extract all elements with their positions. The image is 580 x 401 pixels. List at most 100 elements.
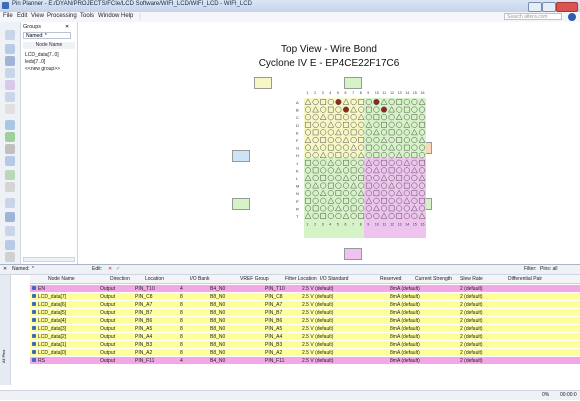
minimize-button[interactable] — [528, 2, 542, 12]
table-cell-name[interactable]: LCD_data[0] — [38, 350, 66, 356]
column-header[interactable]: Location — [145, 276, 164, 282]
table-cell-cur[interactable]: 8mA (default) — [390, 350, 420, 356]
pin[interactable] — [342, 106, 350, 113]
table-cell-cur[interactable]: 8mA (default) — [390, 342, 420, 348]
pin[interactable] — [380, 106, 388, 113]
table-row[interactable]: LCD_data[2] Output PIN_A4 8 B8_N0 PIN_A4 2.5 V… — [30, 333, 580, 340]
menu-file[interactable]: File — [3, 13, 13, 19]
table-cell-vref[interactable]: B8_N0 — [210, 294, 225, 300]
table-cell-loc[interactable]: PIN_A4 — [135, 334, 152, 340]
table-cell-fit[interactable]: PIN_T10 — [265, 286, 285, 292]
table-cell-vref[interactable]: B4_N0 — [210, 358, 225, 364]
table-cell-cur[interactable]: 8mA (default) — [390, 358, 420, 364]
table-cell-cur[interactable]: 8mA (default) — [390, 326, 420, 332]
table-cell-fit[interactable]: PIN_C8 — [265, 294, 283, 300]
table-cell-slew[interactable]: 2 (default) — [460, 302, 483, 308]
menu-window[interactable]: Window — [98, 13, 119, 19]
table-cell-fit[interactable]: PIN_A7 — [265, 302, 282, 308]
table-row[interactable]: RS Output PIN_F11 4 B4_N0 PIN_F11 2.5 V (defau… — [30, 357, 580, 364]
table-row[interactable]: LCD_data[3] Output PIN_A5 8 B8_N0 PIN_A5 2.5 V… — [30, 325, 580, 332]
table-cell-fit[interactable]: PIN_B7 — [265, 310, 282, 316]
close-button[interactable] — [556, 2, 578, 12]
pin-grid[interactable]: ABCDEFGHJKLMNPRT 11223344556677889910101… — [290, 88, 450, 248]
table-cell-loc[interactable]: PIN_A7 — [135, 302, 152, 308]
table-row[interactable]: LCD_data[0] Output PIN_A2 8 B8_N0 PIN_A2 2.5 V… — [30, 349, 580, 356]
tool-icon-13[interactable] — [5, 182, 15, 192]
table-row[interactable]: LCD_data[1] Output PIN_B3 8 B8_N0 PIN_B3 2.5 V… — [30, 341, 580, 348]
table-cell-vref[interactable]: B4_N0 — [210, 286, 225, 292]
table-cell-std[interactable]: 2.5 V (default) — [302, 310, 333, 316]
table-row[interactable]: LCD_data[6] Output PIN_A7 8 B8_N0 PIN_A7 2.5 V… — [30, 301, 580, 308]
table-cell-fit[interactable]: PIN_A2 — [265, 350, 282, 356]
table-cell-name[interactable]: LCD_data[7] — [38, 294, 66, 300]
table-cell-vref[interactable]: B8_N0 — [210, 342, 225, 348]
pin[interactable] — [335, 98, 342, 106]
menu-tools[interactable]: Tools — [80, 13, 94, 19]
table-cell-bank[interactable]: 8 — [180, 294, 183, 300]
table-cell-bank[interactable]: 8 — [180, 310, 183, 316]
table-cell-slew[interactable]: 2 (default) — [460, 286, 483, 292]
tool-icon-8[interactable] — [5, 120, 15, 130]
help-cursor-icon[interactable]: ❕ — [136, 13, 143, 20]
table-cell-dir[interactable]: Output — [100, 334, 115, 340]
table-cell-std[interactable]: 2.5 V (default) — [302, 350, 333, 356]
table-cell-name[interactable]: LCD_data[4] — [38, 318, 66, 324]
table-cell-name[interactable]: LCD_data[6] — [38, 302, 66, 308]
search-go-icon[interactable] — [568, 13, 576, 21]
table-cell-fit[interactable]: PIN_B6 — [265, 318, 282, 324]
column-header[interactable]: Slew Rate — [460, 276, 483, 282]
table-cell-cur[interactable]: 8mA (default) — [390, 318, 420, 324]
table-cell-dir[interactable]: Output — [100, 318, 115, 324]
table-cell-std[interactable]: 2.5 V (default) — [302, 286, 333, 292]
table-cell-dir[interactable]: Output — [100, 326, 115, 332]
table-cell-loc[interactable]: PIN_T10 — [135, 286, 155, 292]
tool-icon-12[interactable] — [5, 170, 15, 180]
column-header[interactable]: Fitter Location — [285, 276, 317, 282]
table-cell-bank[interactable]: 8 — [180, 342, 183, 348]
search-input[interactable]: Search altera.com — [504, 13, 562, 20]
table-cell-fit[interactable]: PIN_A5 — [265, 326, 282, 332]
table-cell-fit[interactable]: PIN_F11 — [265, 358, 284, 364]
table-cell-loc[interactable]: PIN_A5 — [135, 326, 152, 332]
tool-icon-11[interactable] — [5, 156, 15, 166]
table-cell-loc[interactable]: PIN_A2 — [135, 350, 152, 356]
table-cell-slew[interactable]: 2 (default) — [460, 294, 483, 300]
column-header[interactable]: Node Name — [48, 276, 75, 282]
menu-processing[interactable]: Processing — [47, 13, 77, 19]
table-cell-dir[interactable]: Output — [100, 286, 115, 292]
groups-scrollbar[interactable] — [23, 257, 75, 262]
table-cell-dir[interactable]: Output — [100, 302, 115, 308]
column-header[interactable]: I/O Bank — [190, 276, 209, 282]
table-cell-bank[interactable]: 8 — [180, 334, 183, 340]
table-cell-fit[interactable]: PIN_A4 — [265, 334, 282, 340]
table-cell-name[interactable]: LCD_data[1] — [38, 342, 66, 348]
column-header[interactable]: VREF Group — [240, 276, 269, 282]
column-header[interactable]: Current Strength — [415, 276, 452, 282]
table-cell-slew[interactable]: 2 (default) — [460, 342, 483, 348]
table-cell-bank[interactable]: 8 — [180, 350, 183, 356]
table-cell-std[interactable]: 2.5 V (default) — [302, 302, 333, 308]
group-item[interactable]: LCD_data[7..0] — [25, 52, 59, 58]
table-row[interactable]: EN Output PIN_T10 4 B4_N0 PIN_T10 2.5 V (defau… — [30, 285, 580, 292]
group-item[interactable]: leds[7..0] — [25, 59, 45, 65]
edit-cancel-icon[interactable]: ✕ — [108, 266, 112, 272]
table-cell-dir[interactable]: Output — [100, 310, 115, 316]
table-cell-dir[interactable]: Output — [100, 350, 115, 356]
table-cell-loc[interactable]: PIN_B6 — [135, 318, 152, 324]
table-cell-dir[interactable]: Output — [100, 358, 115, 364]
column-header[interactable]: I/O Standard — [320, 276, 348, 282]
column-header[interactable]: Reserved — [380, 276, 401, 282]
table-cell-vref[interactable]: B8_N0 — [210, 334, 225, 340]
table-cell-slew[interactable]: 2 (default) — [460, 334, 483, 340]
tool-icon-17[interactable] — [5, 240, 15, 250]
table-cell-name[interactable]: EN — [38, 286, 45, 292]
table-cell-bank[interactable]: 8 — [180, 302, 183, 308]
table-cell-bank[interactable]: 4 — [180, 286, 183, 292]
table-row[interactable]: LCD_data[7] Output PIN_C8 8 B8_N0 PIN_C8 2.5 V… — [30, 293, 580, 300]
table-row[interactable]: LCD_data[4] Output PIN_B6 8 B8_N0 PIN_B6 2.5 V… — [30, 317, 580, 324]
tool-icon-4[interactable] — [5, 68, 15, 78]
table-cell-bank[interactable]: 4 — [180, 358, 183, 364]
table-cell-vref[interactable]: B8_N0 — [210, 318, 225, 324]
table-cell-dir[interactable]: Output — [100, 342, 115, 348]
table-close-icon[interactable]: ✕ — [3, 266, 7, 272]
